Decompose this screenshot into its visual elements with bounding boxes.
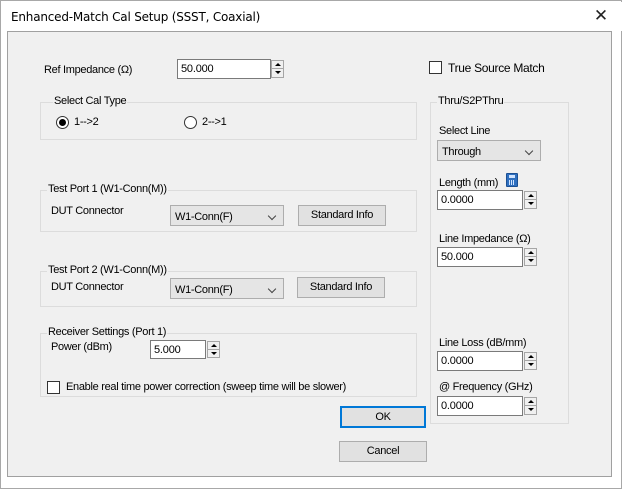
- line-impedance-input[interactable]: 50.000: [437, 247, 523, 267]
- chevron-down-icon: [267, 211, 277, 221]
- test-port-1-standard-info-button[interactable]: Standard Info: [298, 205, 386, 226]
- window-title: Enhanced-Match Cal Setup (SSST, Coaxial): [11, 10, 261, 24]
- test-port-2-connector-select[interactable]: W1-Conn(F): [170, 278, 284, 299]
- line-loss-spinner[interactable]: [524, 352, 537, 370]
- thru-legend: Thru/S2PThru: [437, 95, 505, 107]
- test-port-2-legend: Test Port 2 (W1-Conn(M)): [47, 264, 168, 276]
- spin-down-icon[interactable]: [525, 200, 536, 208]
- spin-up-icon[interactable]: [208, 342, 219, 350]
- power-correction-label: Enable real time power correction (sweep…: [66, 381, 347, 393]
- cal-type-radio-2to1[interactable]: [184, 116, 197, 129]
- title-bar: Enhanced-Match Cal Setup (SSST, Coaxial)…: [2, 2, 622, 31]
- spin-up-icon[interactable]: [272, 61, 283, 69]
- spin-up-icon[interactable]: [525, 249, 536, 257]
- select-line-dropdown[interactable]: Through: [437, 140, 541, 161]
- true-source-match-label: True Source Match: [448, 61, 545, 75]
- spin-up-icon[interactable]: [525, 353, 536, 361]
- length-input[interactable]: 0.0000: [437, 190, 523, 210]
- spin-down-icon[interactable]: [525, 361, 536, 369]
- chevron-down-icon: [267, 284, 277, 294]
- frequency-label: @ Frequency (GHz): [439, 381, 533, 393]
- chevron-down-icon: [524, 146, 534, 156]
- length-label: Length (mm): [439, 177, 499, 189]
- close-icon[interactable]: ✕: [590, 5, 612, 27]
- spin-up-icon[interactable]: [525, 398, 536, 406]
- test-port-2-dut-label: DUT Connector: [51, 281, 124, 293]
- test-port-1-dut-label: DUT Connector: [51, 205, 124, 217]
- line-loss-input[interactable]: 0.0000: [437, 351, 523, 371]
- cal-type-radio-1to2[interactable]: [56, 116, 69, 129]
- spin-up-icon[interactable]: [525, 192, 536, 200]
- calculator-icon[interactable]: [506, 173, 518, 187]
- frequency-spinner[interactable]: [524, 397, 537, 415]
- spin-down-icon[interactable]: [208, 350, 219, 358]
- ref-impedance-spinner[interactable]: [271, 60, 284, 78]
- spin-down-icon[interactable]: [525, 257, 536, 265]
- true-source-match-checkbox[interactable]: [429, 61, 442, 74]
- test-port-1-legend: Test Port 1 (W1-Conn(M)): [47, 183, 168, 195]
- length-spinner[interactable]: [524, 191, 537, 209]
- power-spinner[interactable]: [207, 341, 220, 358]
- spin-down-icon[interactable]: [272, 69, 283, 77]
- test-port-2-standard-info-button[interactable]: Standard Info: [297, 277, 385, 298]
- ok-button[interactable]: OK: [340, 406, 426, 428]
- power-correction-checkbox[interactable]: [47, 381, 60, 394]
- spin-down-icon[interactable]: [525, 406, 536, 414]
- frequency-input[interactable]: 0.0000: [437, 396, 523, 416]
- test-port-1-connector-select[interactable]: W1-Conn(F): [170, 205, 284, 226]
- test-port-1-connector-value: W1-Conn(F): [175, 211, 233, 223]
- cal-type-label-1to2: 1-->2: [74, 116, 99, 128]
- test-port-2-connector-value: W1-Conn(F): [175, 284, 233, 296]
- line-impedance-label: Line Impedance (Ω): [439, 233, 531, 245]
- power-label: Power (dBm): [51, 341, 112, 353]
- receiver-settings-legend: Receiver Settings (Port 1): [47, 326, 168, 338]
- cal-type-legend: Select Cal Type: [53, 95, 128, 107]
- cancel-button[interactable]: Cancel: [339, 441, 427, 462]
- ref-impedance-label: Ref Impedance (Ω): [44, 64, 133, 76]
- power-input[interactable]: 5.000: [150, 340, 206, 359]
- cal-type-label-2to1: 2-->1: [202, 116, 227, 128]
- line-impedance-spinner[interactable]: [524, 248, 537, 266]
- ref-impedance-input[interactable]: 50.000: [177, 59, 271, 79]
- select-line-value: Through: [442, 146, 481, 158]
- select-line-label: Select Line: [439, 125, 491, 137]
- line-loss-label: Line Loss (dB/mm): [439, 337, 527, 349]
